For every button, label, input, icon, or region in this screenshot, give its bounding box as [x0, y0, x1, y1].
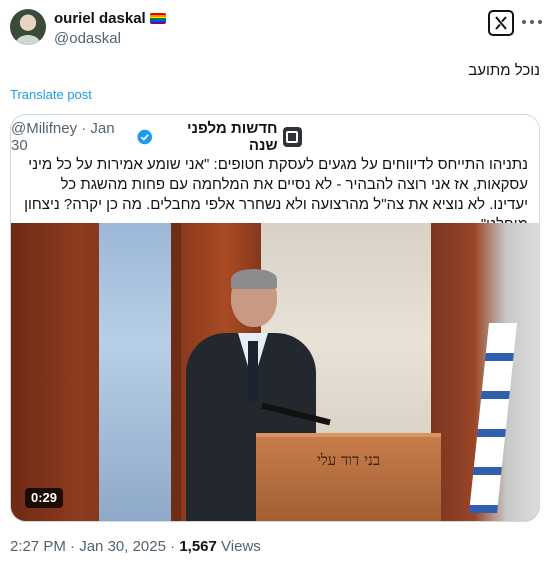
author-name[interactable]: ouriel daskal	[54, 9, 146, 28]
translate-post-link[interactable]: Translate post	[10, 87, 92, 102]
quoted-avatar-icon[interactable]	[282, 127, 302, 147]
quoted-video[interactable]: בני דוד עלי 0:29	[11, 223, 539, 521]
grok-icon	[495, 16, 507, 30]
verified-badge-icon	[137, 129, 153, 145]
pride-flag-icon	[149, 13, 166, 24]
author-name-row[interactable]: ouriel daskal	[54, 9, 166, 28]
post-text: נוכל מתועב	[468, 62, 540, 79]
quoted-author-handle: @Milifney · Jan 30	[11, 120, 115, 154]
views-label: Views	[221, 538, 261, 555]
grok-button[interactable]	[488, 10, 514, 36]
more-dot-icon	[530, 20, 534, 24]
podium-inscription: בני דוד עלי	[316, 451, 381, 469]
quoted-author-name[interactable]: חדשות מלפני שנה	[158, 120, 278, 154]
quoted-post[interactable]: חדשות מלפני שנה @Milifney · Jan 30 נתניה…	[10, 114, 540, 522]
post-date[interactable]: Jan 30, 2025	[79, 538, 166, 555]
video-blue-pillar	[99, 223, 171, 521]
author-avatar[interactable]	[10, 9, 46, 45]
more-dot-icon	[538, 20, 542, 24]
author-handle[interactable]: @odaskal	[54, 29, 166, 48]
more-options-button[interactable]	[522, 14, 542, 30]
more-dot-icon	[522, 20, 526, 24]
post-meta: 2:27 PM · Jan 30, 2025 · 1,567 Views	[10, 538, 261, 555]
video-podium: בני דוד עלי	[256, 433, 441, 521]
quoted-post-header: חדשות מלפני שנה @Milifney · Jan 30	[11, 120, 302, 154]
post-time[interactable]: 2:27 PM	[10, 538, 66, 555]
views-count[interactable]: 1,567	[179, 538, 217, 555]
video-duration-badge: 0:29	[25, 488, 64, 508]
author-block: ouriel daskal @odaskal	[54, 9, 166, 48]
